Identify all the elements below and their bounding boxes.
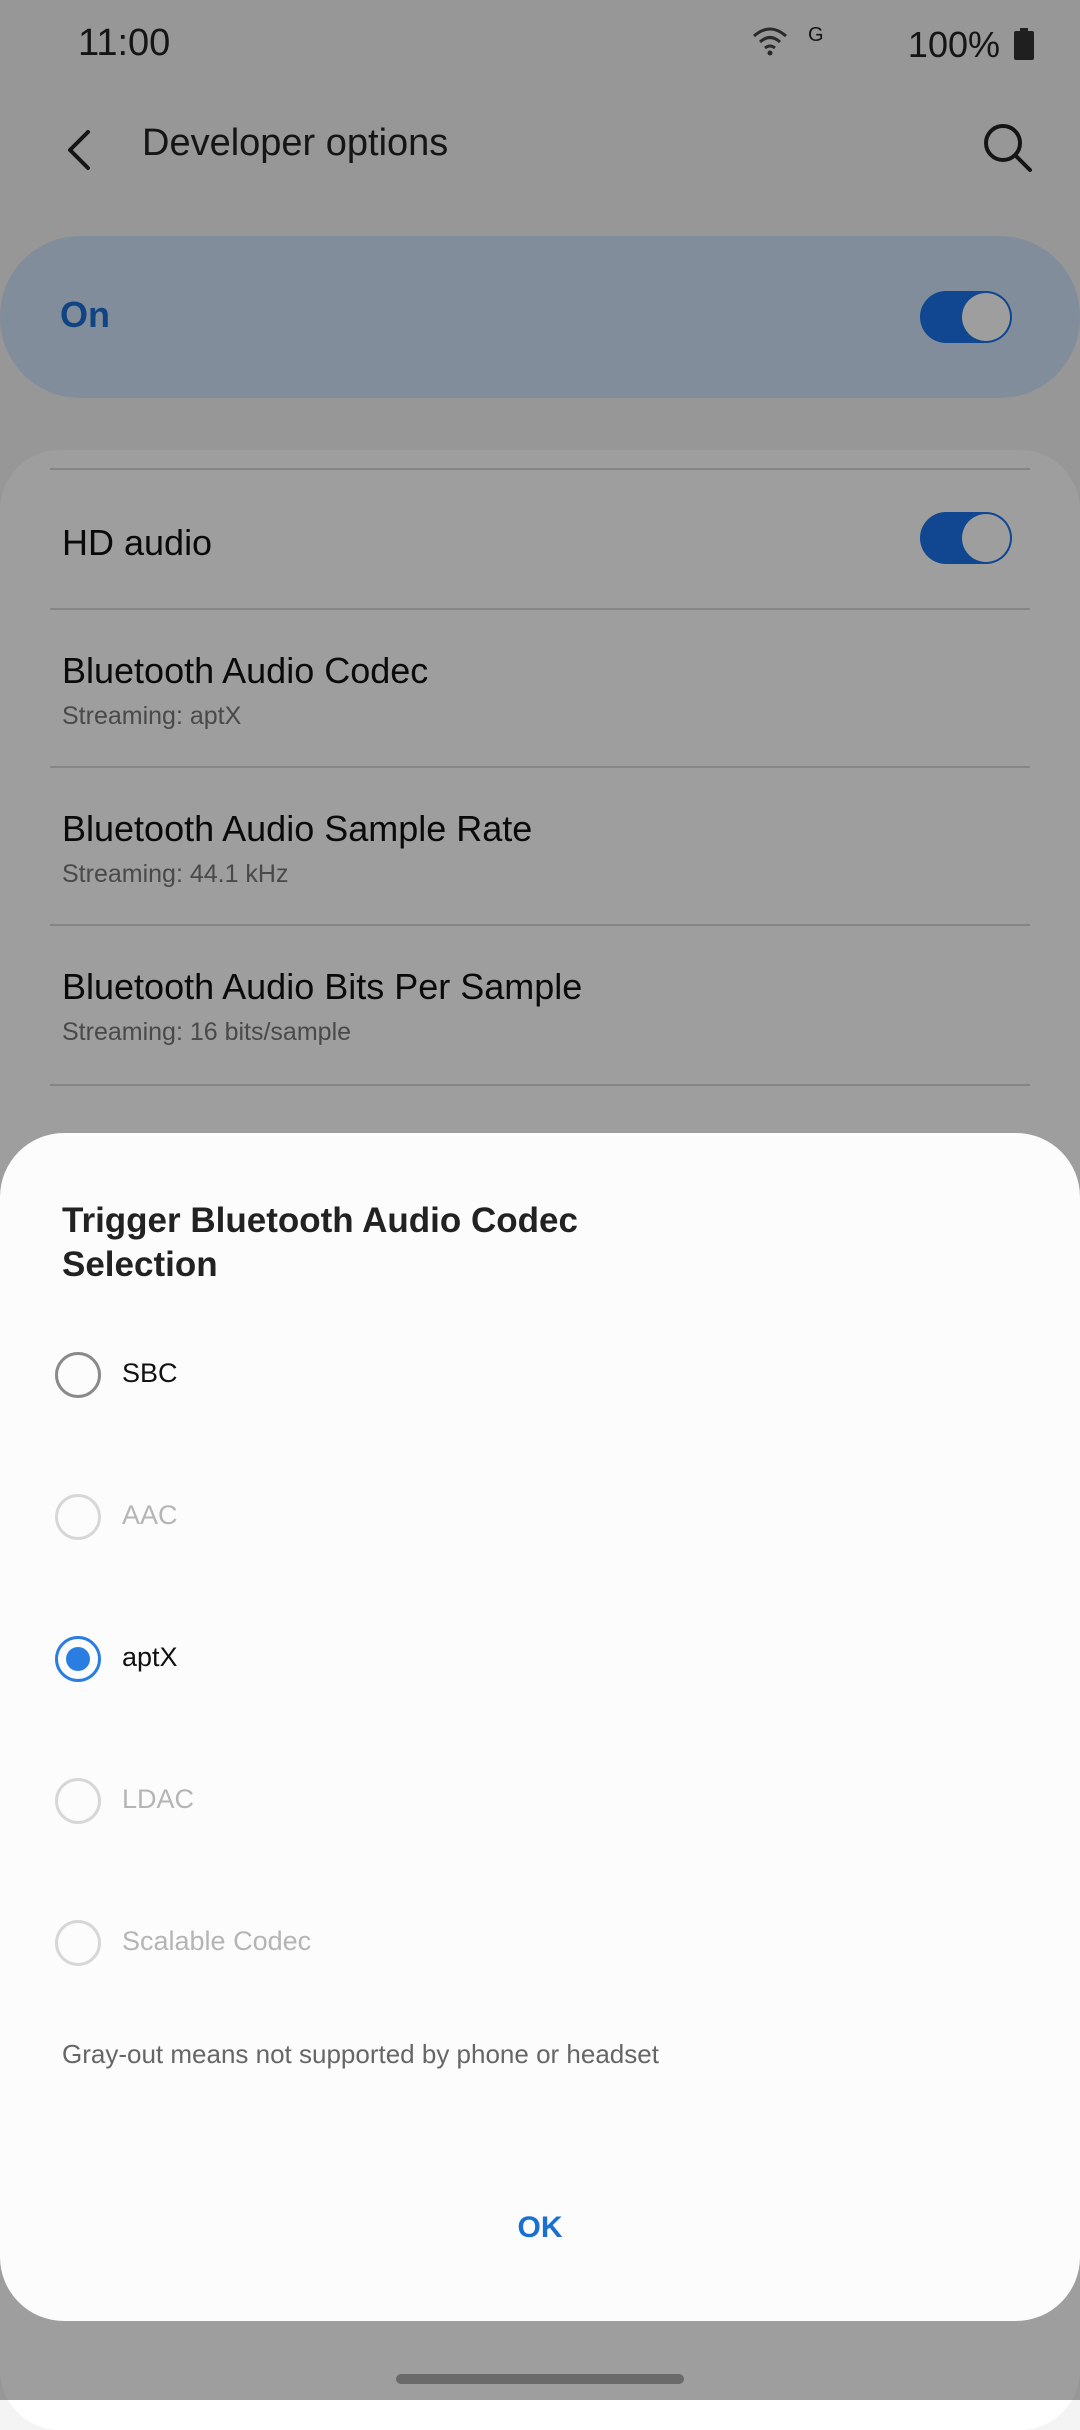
codec-dialog: Trigger Bluetooth Audio Codec Selection … bbox=[0, 1133, 1080, 2321]
option-label: aptX bbox=[122, 1642, 178, 1672]
gesture-nav-handle[interactable] bbox=[396, 2374, 684, 2384]
ok-button[interactable]: OK bbox=[440, 2193, 640, 2263]
option-label: Scalable Codec bbox=[122, 1926, 312, 1956]
radio-button[interactable] bbox=[55, 1920, 101, 1966]
option-aac[interactable]: AAC bbox=[55, 1494, 1035, 1564]
radio-button[interactable] bbox=[55, 1494, 101, 1540]
option-ldac[interactable]: LDAC bbox=[55, 1778, 1035, 1848]
radio-button[interactable] bbox=[55, 1778, 101, 1824]
option-label: AAC bbox=[122, 1500, 178, 1530]
option-sbc[interactable]: SBC bbox=[55, 1352, 1035, 1422]
dialog-title: Trigger Bluetooth Audio Codec Selection bbox=[62, 1201, 578, 1284]
option-scalable-codec[interactable]: Scalable Codec bbox=[55, 1920, 1035, 1990]
option-aptx[interactable]: aptX bbox=[55, 1636, 1035, 1706]
radio-button-selected[interactable] bbox=[55, 1636, 101, 1682]
dialog-note: Gray-out means not supported by phone or… bbox=[62, 2039, 659, 2069]
option-label: SBC bbox=[122, 1358, 178, 1388]
option-label: LDAC bbox=[122, 1784, 195, 1814]
radio-button[interactable] bbox=[55, 1352, 101, 1398]
